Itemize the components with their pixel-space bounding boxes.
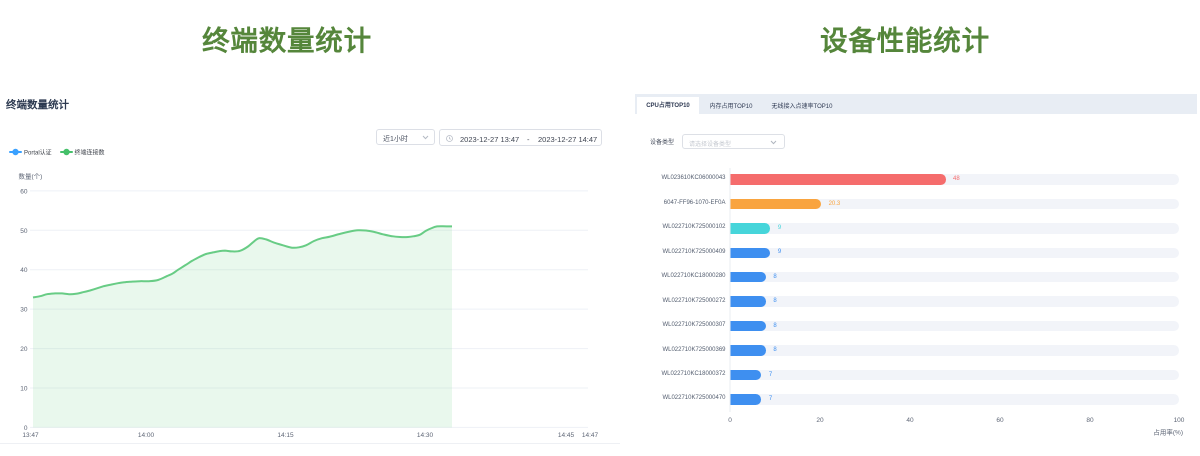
svg-text:14:15: 14:15 (277, 432, 294, 439)
svg-text:Portal认证: Portal认证 (24, 148, 52, 156)
svg-text:14:30: 14:30 (417, 432, 434, 439)
svg-text:50: 50 (20, 228, 28, 235)
svg-text:60: 60 (20, 188, 28, 195)
svg-text:60: 60 (996, 417, 1004, 424)
svg-text:0: 0 (24, 425, 28, 432)
svg-text:100: 100 (1174, 417, 1185, 424)
svg-text:14:45: 14:45 (558, 432, 575, 439)
svg-text:14:47: 14:47 (582, 432, 599, 439)
svg-text:0: 0 (728, 417, 732, 424)
svg-text:30: 30 (20, 307, 28, 314)
svg-text:13:47: 13:47 (22, 432, 39, 439)
svg-text:10: 10 (20, 386, 28, 393)
svg-text:80: 80 (1086, 417, 1094, 424)
svg-text:40: 40 (20, 267, 28, 274)
svg-text:40: 40 (906, 417, 914, 424)
svg-text:14:00: 14:00 (138, 432, 155, 439)
svg-text:占用率(%): 占用率(%) (1153, 428, 1183, 437)
svg-text:20: 20 (20, 346, 28, 353)
svg-text:20: 20 (816, 417, 824, 424)
svg-text:数量(个): 数量(个) (19, 172, 43, 181)
svg-text:终端连接数: 终端连接数 (75, 148, 105, 156)
